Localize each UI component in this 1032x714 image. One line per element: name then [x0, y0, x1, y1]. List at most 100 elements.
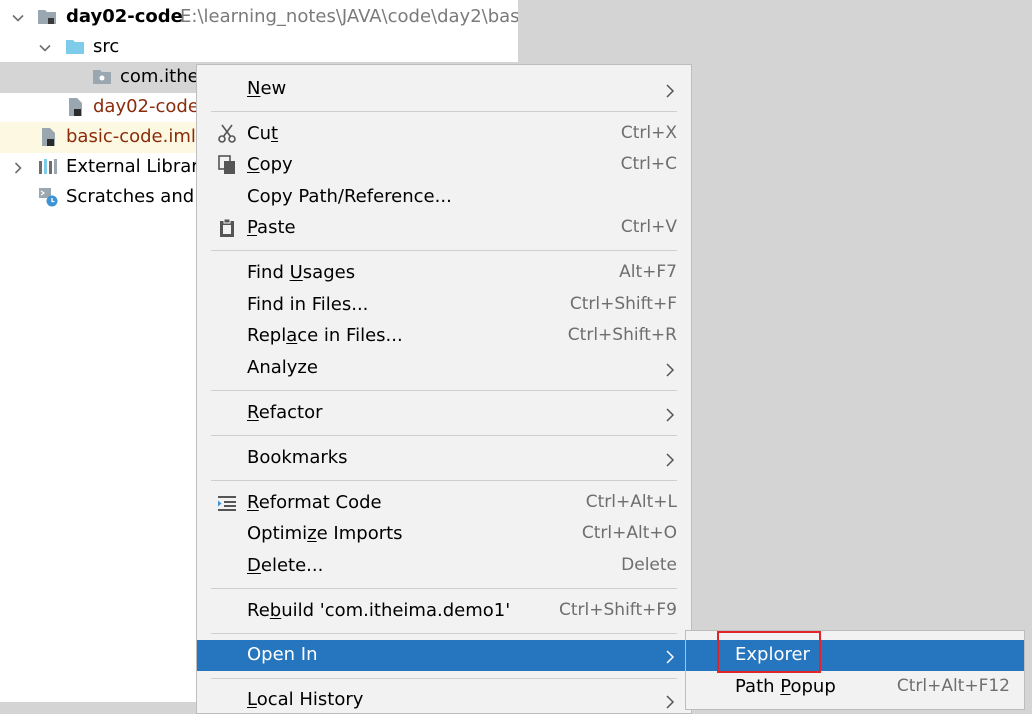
label-a: Repl: [247, 325, 287, 346]
menu-item-open-in[interactable]: Open In: [197, 640, 691, 671]
menu-item-label: Replace in Files...: [247, 325, 403, 346]
menu-item-reformat-code[interactable]: Reformat Code Ctrl+Alt+L: [197, 488, 691, 519]
mnemonic: N: [247, 78, 261, 99]
copy-icon: [217, 155, 237, 175]
shortcut: Ctrl+Alt+L: [585, 492, 677, 512]
menu-item-label: Find in Files...: [247, 294, 369, 315]
shortcut: Delete: [621, 555, 677, 575]
shortcut: Ctrl+V: [620, 217, 677, 237]
shortcut: Alt+F7: [619, 262, 677, 282]
label-b: efactor: [258, 402, 323, 423]
chevron-right-icon: [665, 406, 675, 427]
chevron-right-icon: [665, 82, 675, 103]
label-a: Path: [735, 676, 781, 697]
external-libraries-name: External Librari: [66, 156, 204, 177]
chevron-right-icon: [665, 648, 675, 669]
label-b: eformat Code: [258, 492, 382, 513]
chevron-right-icon[interactable]: [12, 162, 24, 174]
shortcut: Ctrl+Shift+F9: [559, 600, 677, 620]
iml-file-icon: [39, 127, 59, 147]
clipboard-icon: [217, 218, 237, 238]
label-a: Re: [247, 600, 270, 621]
menu-separator: [211, 250, 677, 251]
mnemonic: b: [269, 600, 282, 621]
annotation-highlight-box: [717, 631, 821, 673]
menu-item-label: Delete...: [247, 555, 323, 576]
mnemonic: P: [780, 676, 791, 697]
menu-item-label: Reformat Code: [247, 492, 382, 513]
tree-row-root[interactable]: day02-code E:\learning_notes\JAVA\code\d…: [0, 2, 518, 33]
module-file-name: day02-code: [93, 96, 199, 117]
menu-item-paste[interactable]: Paste Ctrl+V: [197, 213, 691, 244]
chevron-right-icon: [665, 451, 675, 472]
iml-file-name: basic-code.iml: [66, 126, 196, 147]
menu-item-label: Copy Path/Reference...: [247, 186, 452, 207]
root-name: day02-code: [66, 6, 183, 27]
menu-item-copy[interactable]: Copy Ctrl+C: [197, 150, 691, 181]
chevron-right-icon: [665, 361, 675, 382]
submenu-item-label: Path Popup: [735, 676, 836, 697]
menu-item-label: Refactor: [247, 402, 323, 423]
src-name: src: [93, 36, 120, 57]
label-a: Find: [247, 262, 290, 283]
menu-separator: [211, 390, 677, 391]
label-b: ce in Files...: [297, 325, 403, 346]
shortcut: Ctrl+Shift+R: [567, 325, 677, 345]
label-b: uild 'com.itheima.demo1': [281, 600, 511, 621]
reformat-icon: [217, 493, 237, 513]
shortcut: Ctrl+X: [620, 123, 677, 143]
label-b: sages: [302, 262, 356, 283]
scratches-name: Scratches and C: [66, 186, 213, 207]
menu-item-local-history[interactable]: Local History: [197, 685, 691, 713]
shortcut: Ctrl+Alt+O: [581, 523, 677, 543]
label-rest: ew: [260, 78, 287, 99]
mnemonic: U: [289, 262, 303, 283]
chevron-down-icon[interactable]: [39, 42, 51, 54]
mnemonic: R: [247, 402, 259, 423]
menu-item-label: Rebuild 'com.itheima.demo1': [247, 600, 510, 621]
shortcut: Ctrl+C: [620, 154, 677, 174]
submenu-item-path-popup[interactable]: Path Popup Ctrl+Alt+F12: [686, 672, 1024, 703]
chevron-right-icon: [665, 693, 675, 713]
menu-item-analyze[interactable]: Analyze: [197, 353, 691, 384]
menu-item-delete[interactable]: Delete... Delete: [197, 551, 691, 582]
shortcut: Ctrl+Alt+F12: [896, 676, 1010, 696]
menu-separator: [211, 111, 677, 112]
mnemonic: R: [247, 492, 259, 513]
module-folder-icon: [37, 7, 57, 27]
menu-item-bookmarks[interactable]: Bookmarks: [197, 443, 691, 474]
mnemonic: L: [247, 689, 257, 710]
package-icon: [92, 67, 112, 87]
menu-separator: [211, 633, 677, 634]
label-b: aste: [257, 217, 296, 238]
tree-row-src[interactable]: src: [0, 32, 518, 63]
label-b: ocal History: [256, 689, 364, 710]
menu-item-label: Cut: [247, 123, 278, 144]
menu-item-new[interactable]: New: [197, 74, 691, 105]
module-file-icon: [66, 97, 86, 117]
menu-item-find-usages[interactable]: Find Usages Alt+F7: [197, 258, 691, 289]
chevron-down-icon[interactable]: [12, 12, 24, 24]
menu-item-optimize-imports[interactable]: Optimize Imports Ctrl+Alt+O: [197, 519, 691, 550]
menu-item-refactor[interactable]: Refactor: [197, 398, 691, 429]
menu-separator: [211, 435, 677, 436]
menu-item-copy-path[interactable]: Copy Path/Reference...: [197, 182, 691, 213]
menu-item-rebuild[interactable]: Rebuild 'com.itheima.demo1' Ctrl+Shift+F…: [197, 596, 691, 627]
scissors-icon: [217, 124, 237, 144]
mnemonic: D: [247, 555, 261, 576]
label-b: opy: [259, 154, 293, 175]
package-name: com.ithe: [120, 66, 199, 87]
label-a: Optimi: [247, 523, 308, 544]
label-a: Cu: [247, 123, 271, 144]
menu-item-replace-in-files[interactable]: Replace in Files... Ctrl+Shift+R: [197, 321, 691, 352]
shortcut: Ctrl+Shift+F: [569, 294, 677, 314]
menu-separator: [211, 588, 677, 589]
label-b: opup: [790, 676, 836, 697]
menu-item-label: Optimize Imports: [247, 523, 403, 544]
scratches-icon: [38, 187, 58, 207]
label-b: elete...: [260, 555, 324, 576]
menu-item-cut[interactable]: Cut Ctrl+X: [197, 119, 691, 150]
label-b: e Imports: [316, 523, 403, 544]
menu-item-find-in-files[interactable]: Find in Files... Ctrl+Shift+F: [197, 290, 691, 321]
menu-item-label: New: [247, 78, 286, 99]
